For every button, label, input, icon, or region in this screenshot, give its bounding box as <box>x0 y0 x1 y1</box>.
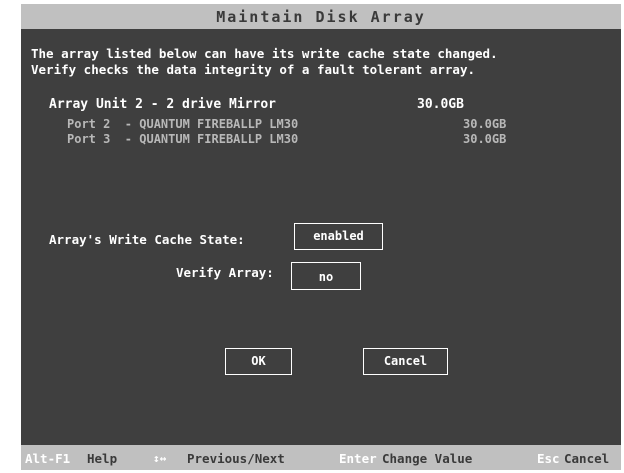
write-cache-label: Array's Write Cache State: <box>49 232 245 247</box>
bios-screen: Maintain Disk Array The array listed bel… <box>21 4 621 470</box>
enter-key: Enter <box>339 451 377 466</box>
port-label: Port 3 - QUANTUM FIREBALLP LM30 <box>67 132 299 146</box>
port-size: 30.0GB <box>463 132 507 146</box>
status-bar: Alt-F1 Help ↕↔ Previous/Next Enter Chang… <box>21 445 621 470</box>
enter-label: Change Value <box>382 451 473 466</box>
window-title: Maintain Disk Array <box>216 8 426 26</box>
help-label: Help <box>87 451 118 466</box>
array-unit-label: Array Unit 2 - 2 drive Mirror <box>49 97 276 112</box>
cancel-button[interactable]: Cancel <box>363 348 448 375</box>
esc-label: Cancel <box>564 451 610 466</box>
title-bar: Maintain Disk Array <box>21 4 621 29</box>
help-key: Alt-F1 <box>25 451 71 466</box>
esc-key: Esc <box>537 451 560 466</box>
intro-text: The array listed below can have its writ… <box>31 46 498 78</box>
port-size: 30.0GB <box>463 117 507 131</box>
ok-button[interactable]: OK <box>225 348 292 375</box>
write-cache-field[interactable]: enabled <box>294 223 383 250</box>
arrows-icon: ↕↔ <box>153 452 167 465</box>
nav-label: Previous/Next <box>187 451 285 466</box>
verify-array-label: Verify Array: <box>176 265 274 280</box>
intro-line-1: The array listed below can have its writ… <box>31 46 498 61</box>
intro-line-2: Verify checks the data integrity of a fa… <box>31 62 476 77</box>
verify-array-field[interactable]: no <box>291 262 361 290</box>
array-unit-size: 30.0GB <box>417 97 464 112</box>
port-label: Port 2 - QUANTUM FIREBALLP LM30 <box>67 117 299 131</box>
